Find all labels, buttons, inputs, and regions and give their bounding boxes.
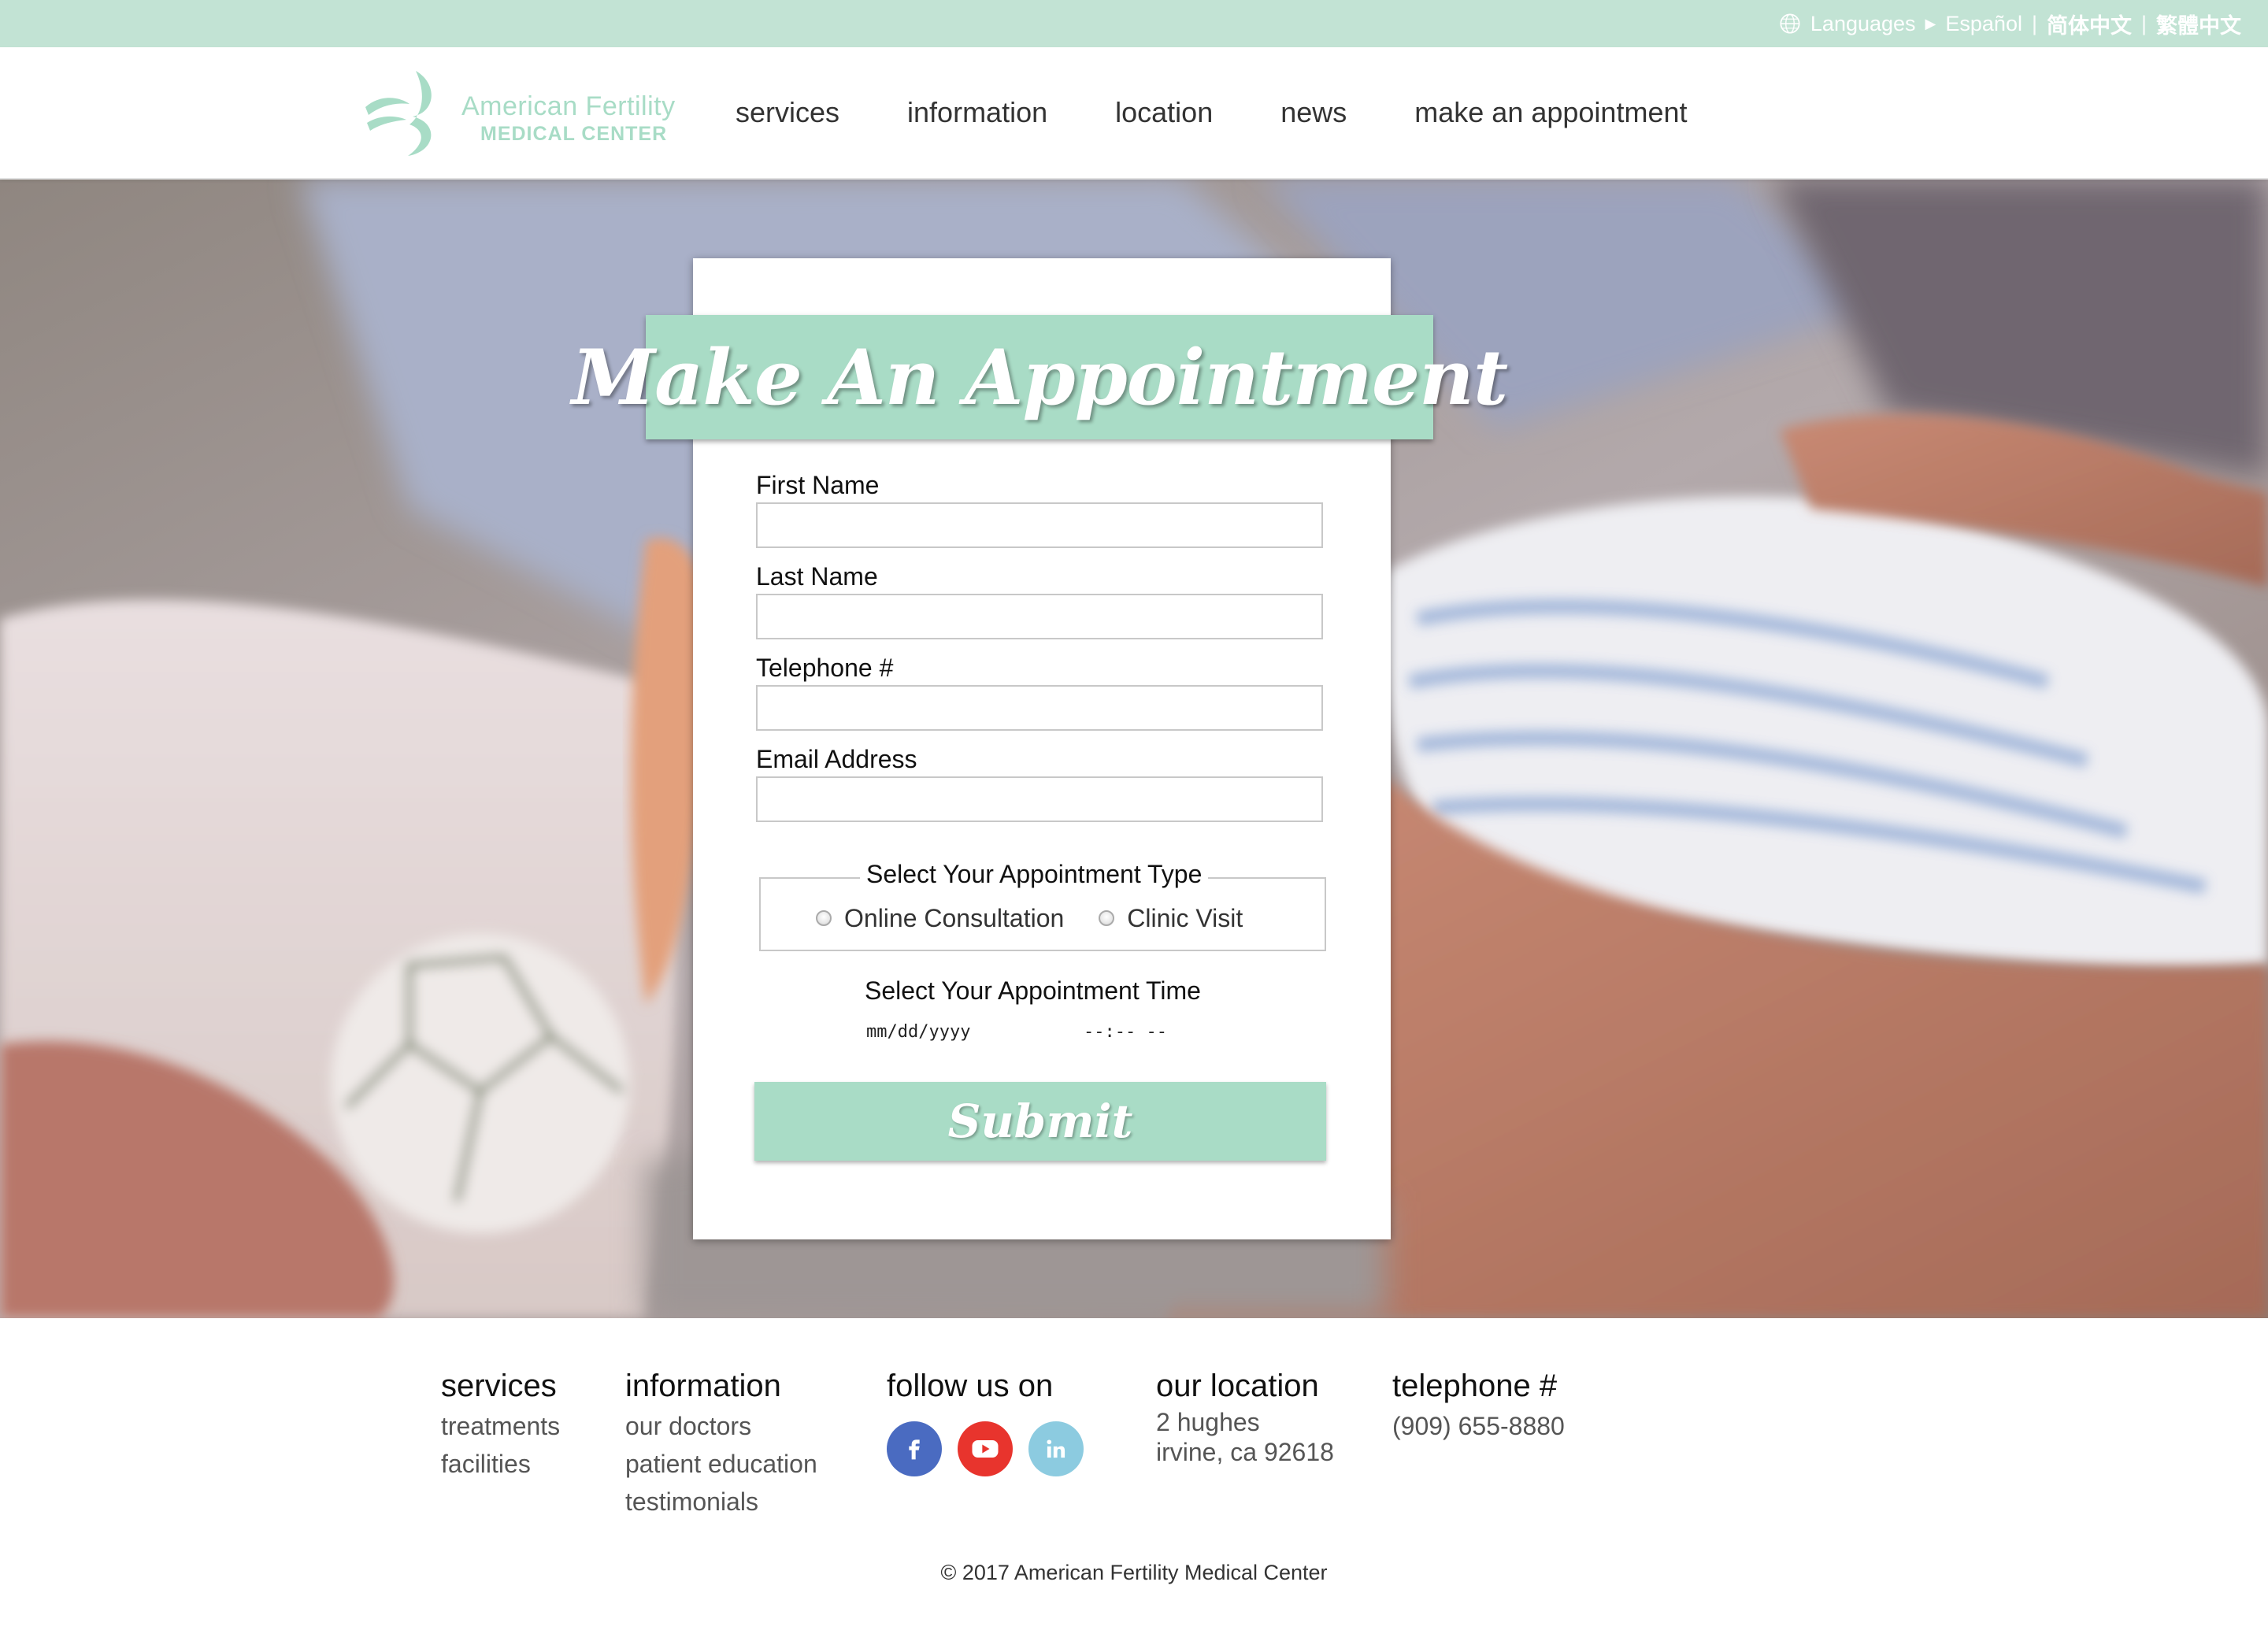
nav-location[interactable]: location [1115, 93, 1213, 132]
footer-location: our location 2 hughes irvine, ca 92618 [1156, 1369, 1334, 1467]
form-title-banner: Make An Appointment [572, 315, 1508, 439]
main-nav: services information location news make … [736, 93, 1755, 132]
footer-phone-number[interactable]: (909) 655-8880 [1392, 1407, 1565, 1445]
nav-make-appointment[interactable]: make an appointment [1414, 93, 1687, 132]
telephone-input[interactable] [756, 685, 1323, 731]
footer-link-facilities[interactable]: facilities [441, 1445, 560, 1483]
youtube-glyph-icon [972, 1440, 999, 1458]
footer-heading-follow: follow us on [887, 1369, 1054, 1403]
lang-link-simplified-chinese[interactable]: 简体中文 [2047, 9, 2132, 39]
last-name-label: Last Name [756, 562, 878, 591]
radio-online-consultation[interactable] [816, 910, 832, 926]
footer-heading-location: our location [1156, 1369, 1319, 1403]
footer-services: services treatments facilities [441, 1369, 560, 1483]
lang-link-traditional-chinese[interactable]: 繁體中文 [2156, 9, 2241, 39]
footer-information: information our doctors patient educatio… [625, 1369, 817, 1521]
appointment-time-label: Select Your Appointment Time [865, 976, 1201, 1005]
logo-text-secondary: MEDICAL CENTER [480, 123, 668, 145]
email-input[interactable] [756, 776, 1323, 822]
globe-icon [1780, 13, 1800, 34]
first-name-input[interactable] [756, 502, 1323, 548]
footer-link-patient-education[interactable]: patient education [625, 1445, 817, 1483]
nav-news[interactable]: news [1280, 93, 1347, 132]
footer-link-treatments[interactable]: treatments [441, 1407, 560, 1445]
site-header: American Fertility MEDICAL CENTER servic… [0, 47, 2268, 180]
linkedin-icon[interactable] [1028, 1421, 1084, 1476]
form-title: Make An Appointment [571, 332, 1508, 422]
clinic-visit-label[interactable]: Clinic Visit [1127, 904, 1243, 933]
lang-link-espanol[interactable]: Español [1945, 12, 2022, 36]
radio-clinic-visit[interactable] [1099, 910, 1115, 926]
languages-label[interactable]: Languages [1810, 12, 1916, 36]
footer-heading-services: services [441, 1369, 557, 1403]
telephone-label: Telephone # [756, 654, 894, 682]
appointment-type-options: Online Consultation Clinic Visit [816, 902, 1277, 934]
copyright-text: © 2017 American Fertility Medical Center [940, 1561, 1328, 1584]
separator: | [2031, 11, 2037, 35]
footer-telephone: telephone # (909) 655-8880 [1392, 1369, 1565, 1445]
online-consultation-label[interactable]: Online Consultation [844, 904, 1064, 933]
language-bar: Languages ▶ Español | 简体中文 | 繁體中文 [0, 0, 2268, 47]
linkedin-glyph-icon [1047, 1439, 1065, 1458]
first-name-label: First Name [756, 471, 880, 499]
appointment-date-input[interactable]: mm/dd/yyyy [866, 1022, 970, 1042]
language-switcher: Languages ▶ Español | 简体中文 | 繁體中文 [1779, 9, 2241, 38]
email-label: Email Address [756, 745, 917, 773]
submit-label: Submit [947, 1095, 1133, 1148]
footer-heading-telephone: telephone # [1392, 1369, 1558, 1403]
footer-heading-information: information [625, 1369, 781, 1403]
social-links [887, 1421, 1084, 1476]
appointment-time-input[interactable]: --:-- -- [1084, 1022, 1167, 1042]
footer-link-testimonials[interactable]: testimonials [625, 1483, 817, 1521]
logo-mark-icon [365, 71, 432, 156]
facebook-icon[interactable] [887, 1421, 942, 1476]
footer-address-line2: irvine, ca 92618 [1156, 1438, 1334, 1466]
last-name-input[interactable] [756, 594, 1323, 639]
facebook-glyph-icon [909, 1439, 920, 1460]
submit-button[interactable]: Submit [754, 1082, 1326, 1161]
footer-link-our-doctors[interactable]: our doctors [625, 1407, 817, 1445]
nav-services[interactable]: services [736, 93, 839, 132]
footer-address-line1: 2 hughes [1156, 1408, 1260, 1436]
appointment-type-legend: Select Your Appointment Type [860, 860, 1209, 889]
footer-follow: follow us on [887, 1369, 1084, 1476]
nav-information[interactable]: information [907, 93, 1047, 132]
caret-right-icon: ▶ [1925, 15, 1936, 31]
youtube-icon[interactable] [958, 1421, 1013, 1476]
separator: | [2140, 11, 2147, 35]
logo-text-primary: American Fertility [461, 91, 676, 121]
site-logo[interactable]: American Fertility MEDICAL CENTER [361, 68, 691, 159]
